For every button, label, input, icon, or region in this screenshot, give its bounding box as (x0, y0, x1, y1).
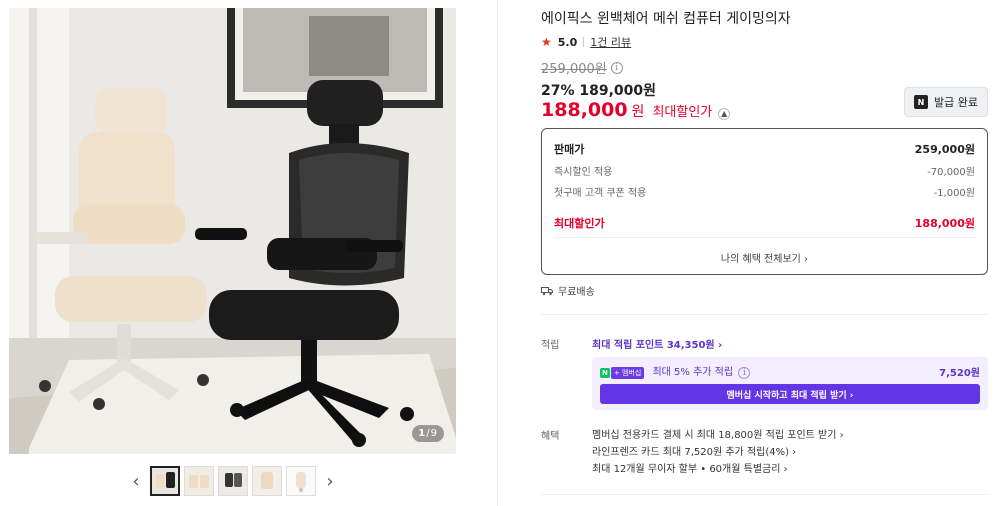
thumbnail-5[interactable] (286, 466, 316, 496)
rating-separator (583, 37, 585, 47)
coupon-icon: N (914, 95, 928, 109)
rating-row: ★ 5.0 1건 리뷰 (541, 34, 631, 50)
main-product-image[interactable]: 1/9 (9, 8, 456, 454)
thumbnail-4[interactable] (252, 466, 282, 496)
product-title: 에이픽스 윈백체어 메쉬 컴퓨터 게이밍의자 (541, 11, 791, 27)
product-gallery: 1/9 ‹ › (0, 0, 498, 506)
coupon-button-label: 발급 완료 (934, 96, 978, 109)
free-shipping-label: 무료배송 (558, 287, 595, 298)
benefit-item[interactable]: 최대 12개월 무이자 할부 • 60개월 특별금리 › (592, 461, 844, 478)
thumbnail-2[interactable] (184, 466, 214, 496)
thumbnail-3[interactable] (218, 466, 248, 496)
price-row-list-price: 판매가 259,000원 (554, 143, 975, 156)
max-discount-label: 최대할인가 (652, 105, 713, 120)
view-all-benefits-link[interactable]: 나의 혜택 전체보기 › (542, 250, 987, 265)
thumbnail-strip: ‹ › (126, 465, 340, 497)
review-count-link[interactable]: 1건 리뷰 (590, 34, 631, 50)
rating-value: 5.0 (557, 35, 578, 49)
max-discount-price-row[interactable]: 188,000 원 최대할인가 ▲ (541, 99, 731, 121)
benefit-item[interactable]: 라인프렌즈 카드 최대 7,520원 추가 적립(4%) › (592, 444, 844, 461)
membership-box: N + 멤버십 최대 5% 추가 적립 i 7,520원 멤버십 시작하고 최대… (592, 357, 988, 410)
section-divider-bottom (541, 494, 988, 495)
coupon-issued-button[interactable]: N 발급 완료 (904, 87, 988, 117)
truck-icon (541, 286, 553, 295)
max-discount-price-unit: 원 (631, 104, 645, 120)
section-divider (541, 314, 988, 315)
original-price: 259,000원 (541, 62, 607, 77)
image-counter: 1/9 (412, 425, 444, 442)
delivery-row: 무료배송 (541, 283, 595, 298)
membership-badge: N + 멤버십 (600, 367, 645, 379)
thumbnail-1[interactable] (150, 466, 180, 496)
thumbnail-next-arrow[interactable]: › (320, 466, 340, 496)
benefit-item[interactable]: 멤버십 전용카드 결제 시 최대 18,800원 적립 포인트 받기 › (592, 427, 844, 444)
price-row-first-coupon: 첫구매 고객 쿠폰 적용 -1,000원 (554, 188, 975, 199)
thumbnail-prev-arrow[interactable]: ‹ (126, 466, 146, 496)
original-price-row: 259,000원 i (541, 58, 623, 77)
points-section-label: 적립 (541, 340, 560, 351)
membership-extra-amount: 7,520원 (939, 367, 980, 379)
max-points-link[interactable]: 최대 적립 포인트 34,350원 › (592, 336, 722, 351)
price-breakdown-box: 판매가 259,000원 즉시할인 적용 -70,000원 첫구매 고객 쿠폰 적용… (541, 128, 988, 275)
membership-info-icon[interactable]: i (738, 367, 751, 379)
chevron-up-icon[interactable]: ▲ (718, 107, 731, 120)
benefits-section-label: 혜택 (541, 431, 560, 442)
membership-extra-points: N + 멤버십 최대 5% 추가 적립 i 7,520원 (600, 363, 980, 379)
info-icon[interactable]: i (610, 61, 623, 74)
start-membership-button[interactable]: 멤버십 시작하고 최대 적립 받기 › (600, 384, 980, 404)
max-discount-price: 188,000 (541, 99, 628, 121)
star-icon: ★ (541, 35, 552, 49)
membership-extra-text: 최대 5% 추가 적립 (652, 367, 734, 378)
price-row-instant-discount: 즉시할인 적용 -70,000원 (554, 167, 975, 178)
discount-sale-price: 27% 189,000원 (541, 83, 657, 99)
price-row-max-discount: 최대할인가 188,000원 (554, 217, 975, 230)
benefits-list: 멤버십 전용카드 결제 시 최대 18,800원 적립 포인트 받기 › 라인프… (592, 427, 844, 478)
price-box-divider (554, 237, 975, 238)
